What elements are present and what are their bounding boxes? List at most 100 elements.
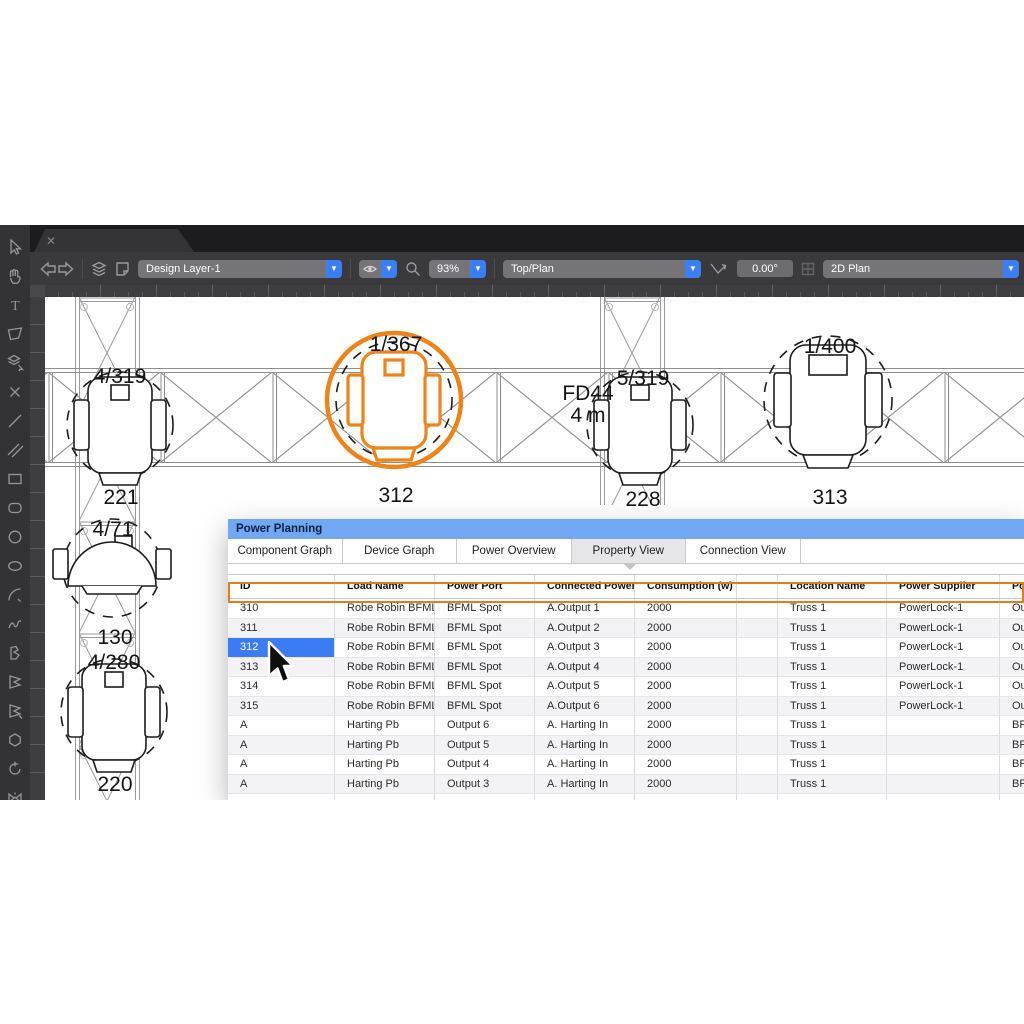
- table-cell[interactable]: Robe Robin BFML Spot: [335, 638, 435, 658]
- text-tool-icon[interactable]: T: [6, 296, 24, 314]
- table-cell[interactable]: [737, 735, 778, 755]
- chevron-down-icon[interactable]: ▼: [470, 259, 486, 278]
- table-cell[interactable]: [737, 696, 778, 716]
- table-row[interactable]: A Harting Pb Output 6 A. Harting In 2000 Trus…: [228, 716, 1024, 736]
- delete-tool-icon[interactable]: [6, 383, 24, 401]
- table-cell[interactable]: Truss 1: [778, 774, 887, 794]
- table-cell[interactable]: A.Output 6: [535, 696, 635, 716]
- table-cell[interactable]: Truss 1: [778, 735, 887, 755]
- table-cell[interactable]: Output 4: [435, 755, 535, 775]
- lasso-tool-icon[interactable]: [6, 325, 24, 343]
- zoom-dropdown[interactable]: 93% ▼: [429, 259, 486, 278]
- table-cell[interactable]: Outp: [1000, 618, 1024, 638]
- table-cell[interactable]: [778, 794, 887, 800]
- table-cell[interactable]: BFM: [1000, 735, 1024, 755]
- table-cell[interactable]: Robe Robin BFML Spot: [335, 657, 435, 677]
- table-cell[interactable]: 2000: [635, 716, 737, 736]
- table-cell[interactable]: [887, 774, 1000, 794]
- table-cell[interactable]: [887, 735, 1000, 755]
- angle-icon[interactable]: [709, 261, 729, 277]
- table-cell[interactable]: BFML Spot: [435, 696, 535, 716]
- table-cell[interactable]: 2000: [635, 657, 737, 677]
- table-cell[interactable]: BFM: [1000, 716, 1024, 736]
- table-row[interactable]: A Harting Pb Output 5 A. Harting In 2000 Trus…: [228, 735, 1024, 755]
- table-cell[interactable]: A: [228, 774, 335, 794]
- table-row[interactable]: 311Robe Robin BFML SpotBFML SpotA.Output…: [228, 618, 1024, 638]
- table-cell[interactable]: Truss 1: [778, 696, 887, 716]
- table-cell[interactable]: A. Harting In: [535, 716, 635, 736]
- table-cell[interactable]: Truss 1: [778, 716, 887, 736]
- table-cell[interactable]: PowerLock-1: [887, 657, 1000, 677]
- polygon-edit-tool-icon[interactable]: [6, 702, 24, 720]
- table-cell[interactable]: 313: [228, 657, 335, 677]
- tab-connection-view[interactable]: Connection View: [686, 539, 801, 563]
- back-forward-arrows-icon[interactable]: [40, 260, 74, 277]
- plan-dropdown[interactable]: 2D Plan ▼: [823, 259, 1019, 278]
- polyline-tool-icon[interactable]: [6, 644, 24, 662]
- table-cell[interactable]: 2000: [635, 735, 737, 755]
- chevron-down-icon[interactable]: ▼: [326, 259, 342, 278]
- table-cell[interactable]: Truss 1: [778, 638, 887, 658]
- note-icon[interactable]: [115, 261, 130, 277]
- table-cell[interactable]: 311: [228, 618, 335, 638]
- table-cell[interactable]: 2000: [635, 677, 737, 697]
- table-row[interactable]: [228, 794, 1024, 800]
- table-cell[interactable]: A.Output 5: [535, 677, 635, 697]
- table-cell[interactable]: Outp: [1000, 677, 1024, 697]
- table-row[interactable]: 315Robe Robin BFML SpotBFML SpotA.Output…: [228, 696, 1024, 716]
- table-cell[interactable]: [435, 794, 535, 800]
- table-cell[interactable]: A.Output 2: [535, 618, 635, 638]
- table-cell[interactable]: A.Output 4: [535, 657, 635, 677]
- table-cell[interactable]: [887, 716, 1000, 736]
- table-cell[interactable]: 310: [228, 599, 335, 619]
- visibility-button[interactable]: ▼: [359, 259, 397, 278]
- panel-title[interactable]: Power Planning: [228, 519, 1024, 539]
- column-header[interactable]: [737, 575, 778, 598]
- chevron-down-icon[interactable]: ▼: [685, 259, 701, 278]
- table-cell[interactable]: 315: [228, 696, 335, 716]
- grid-icon[interactable]: [801, 262, 815, 276]
- table-cell[interactable]: A. Harting In: [535, 774, 635, 794]
- table-cell[interactable]: [737, 716, 778, 736]
- table-cell[interactable]: Robe Robin BFML Spot: [335, 599, 435, 619]
- column-header[interactable]: ID: [228, 575, 335, 598]
- close-icon[interactable]: ✕: [46, 235, 56, 247]
- table-row[interactable]: 312Robe Robin BFML SpotBFML SpotA.Output…: [228, 638, 1024, 658]
- table-cell[interactable]: Harting Pb: [335, 735, 435, 755]
- arc-tool-icon[interactable]: [6, 586, 24, 604]
- table-cell[interactable]: Output 6: [435, 716, 535, 736]
- table-cell[interactable]: 2000: [635, 696, 737, 716]
- table-cell[interactable]: Harting Pb: [335, 716, 435, 736]
- table-cell[interactable]: Harting Pb: [335, 774, 435, 794]
- ellipse-tool-icon[interactable]: [6, 557, 24, 575]
- selection-tool-icon[interactable]: [6, 238, 24, 256]
- table-cell[interactable]: PowerLock-1: [887, 618, 1000, 638]
- table-cell[interactable]: A: [228, 716, 335, 736]
- table-cell[interactable]: Output 5: [435, 735, 535, 755]
- table-cell[interactable]: A.Output 3: [535, 638, 635, 658]
- table-cell[interactable]: [887, 755, 1000, 775]
- table-cell[interactable]: [635, 794, 737, 800]
- freehand-tool-icon[interactable]: [6, 615, 24, 633]
- table-cell[interactable]: A: [228, 755, 335, 775]
- table-cell[interactable]: Outp: [1000, 638, 1024, 658]
- table-cell[interactable]: Truss 1: [778, 657, 887, 677]
- polygon-tool-icon[interactable]: [6, 673, 24, 691]
- table-row[interactable]: A Harting Pb Output 4 A. Harting In 2000 Trus…: [228, 755, 1024, 775]
- table-cell[interactable]: Truss 1: [778, 677, 887, 697]
- pan-tool-icon[interactable]: [6, 267, 24, 285]
- table-cell[interactable]: A. Harting In: [535, 755, 635, 775]
- rectangle-tool-icon[interactable]: [6, 470, 24, 488]
- table-row[interactable]: 310Robe Robin BFML SpotBFML SpotA.Output…: [228, 599, 1024, 619]
- table-cell[interactable]: [737, 657, 778, 677]
- fixture-220[interactable]: [61, 659, 167, 772]
- table-cell[interactable]: Robe Robin BFML Spot: [335, 677, 435, 697]
- line-tool-icon[interactable]: [6, 412, 24, 430]
- document-tab[interactable]: ✕: [34, 229, 194, 252]
- tab-device-graph[interactable]: Device Graph: [342, 539, 457, 563]
- circle-tool-icon[interactable]: [6, 528, 24, 546]
- table-cell[interactable]: BFML Spot: [435, 657, 535, 677]
- table-cell[interactable]: Output 3: [435, 774, 535, 794]
- table-cell[interactable]: 314: [228, 677, 335, 697]
- column-header[interactable]: Load Name: [335, 575, 435, 598]
